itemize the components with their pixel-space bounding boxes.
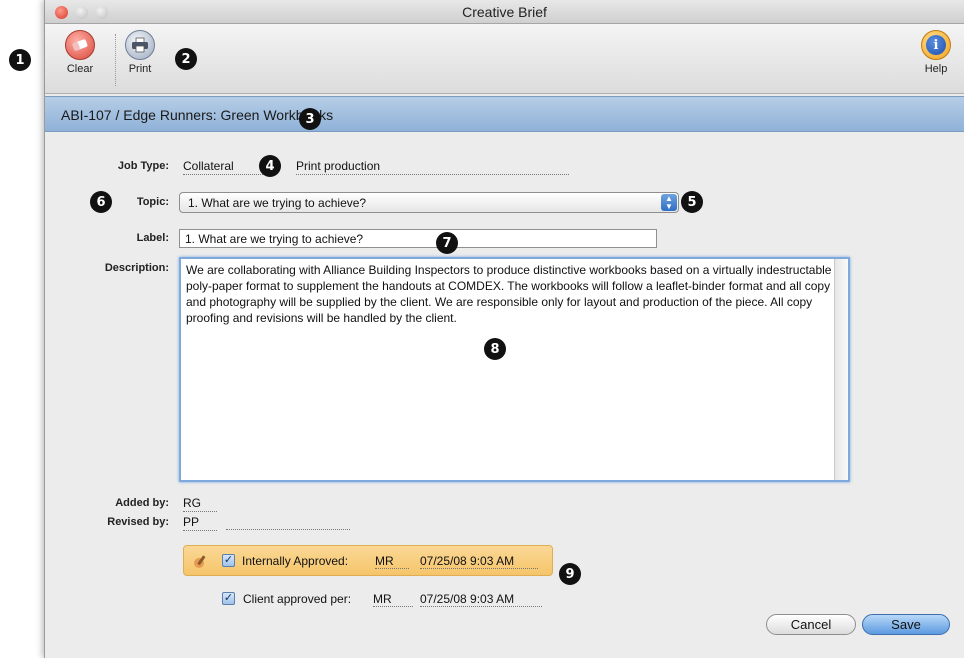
eraser-icon: [65, 30, 95, 60]
callout-8: 8: [484, 338, 506, 360]
description-scrollbar[interactable]: [834, 259, 848, 480]
client-approved-label: Client approved per:: [243, 592, 352, 606]
internal-approved-date: 07/25/08 9:03 AM: [420, 554, 538, 569]
clear-button[interactable]: Clear: [65, 30, 95, 75]
help-label: Help: [924, 63, 948, 75]
callout-9: 9: [559, 563, 581, 585]
revised-by-value: PP: [183, 515, 217, 531]
callout-4: 4: [259, 155, 281, 177]
title-bar: Creative Brief: [45, 0, 964, 24]
revised-by-label: Revised by:: [107, 516, 169, 528]
callout-6: 6: [90, 191, 112, 213]
client-approved-date: 07/25/08 9:03 AM: [420, 592, 542, 607]
added-by-label: Added by:: [115, 497, 169, 509]
job-banner: ABI-107 / Edge Runners: Green Workbooks: [45, 96, 964, 132]
window-title: Creative Brief: [462, 4, 547, 20]
callout-7: 7: [436, 232, 458, 254]
help-button[interactable]: i Help: [921, 30, 951, 75]
client-approved-checkbox[interactable]: ✓: [222, 592, 235, 605]
job-type-label: Job Type:: [117, 160, 169, 172]
toolbar-separator: [115, 34, 116, 86]
label-input[interactable]: 1. What are we trying to achieve?: [179, 229, 657, 248]
internal-approved-label: Internally Approved:: [242, 554, 349, 568]
client-approved-by: MR: [373, 592, 413, 607]
cancel-button[interactable]: Cancel: [766, 614, 856, 635]
internal-approved-checkbox[interactable]: ✓: [222, 554, 235, 567]
description-text: We are collaborating with Alliance Build…: [186, 263, 832, 325]
printer-icon: [125, 30, 155, 60]
chevron-updown-icon: ▲ ▼: [661, 194, 677, 211]
job-type-extra: Print production: [296, 159, 569, 175]
label-label: Label:: [136, 232, 169, 244]
pencil-icon: [193, 553, 209, 574]
description-textarea[interactable]: We are collaborating with Alliance Build…: [179, 257, 850, 482]
save-button[interactable]: Save: [862, 614, 950, 635]
topic-selected-value: 1. What are we trying to achieve?: [188, 196, 367, 210]
internal-approval-highlight: ✓ Internally Approved: MR 07/25/08 9:03 …: [183, 545, 553, 576]
internal-approved-by: MR: [375, 554, 409, 569]
topic-label: Topic:: [136, 196, 169, 208]
clear-label: Clear: [66, 63, 94, 75]
callout-3: 3: [299, 108, 321, 130]
callout-1: 1: [9, 49, 31, 71]
callout-5: 5: [681, 191, 703, 213]
callout-2: 2: [175, 48, 197, 70]
revised-by-date: [226, 515, 350, 530]
creative-brief-window: Creative Brief Clear Print i Help ABI-10…: [44, 0, 964, 658]
print-label: Print: [128, 63, 152, 75]
description-label: Description:: [104, 262, 169, 274]
job-banner-title: ABI-107 / Edge Runners: Green Workbooks: [61, 107, 334, 123]
topic-select[interactable]: 1. What are we trying to achieve? ▲ ▼: [179, 192, 679, 213]
print-button[interactable]: Print: [125, 30, 155, 75]
info-icon: i: [921, 30, 951, 60]
added-by-value: RG: [183, 496, 217, 512]
job-type-value: Collateral: [183, 159, 263, 175]
